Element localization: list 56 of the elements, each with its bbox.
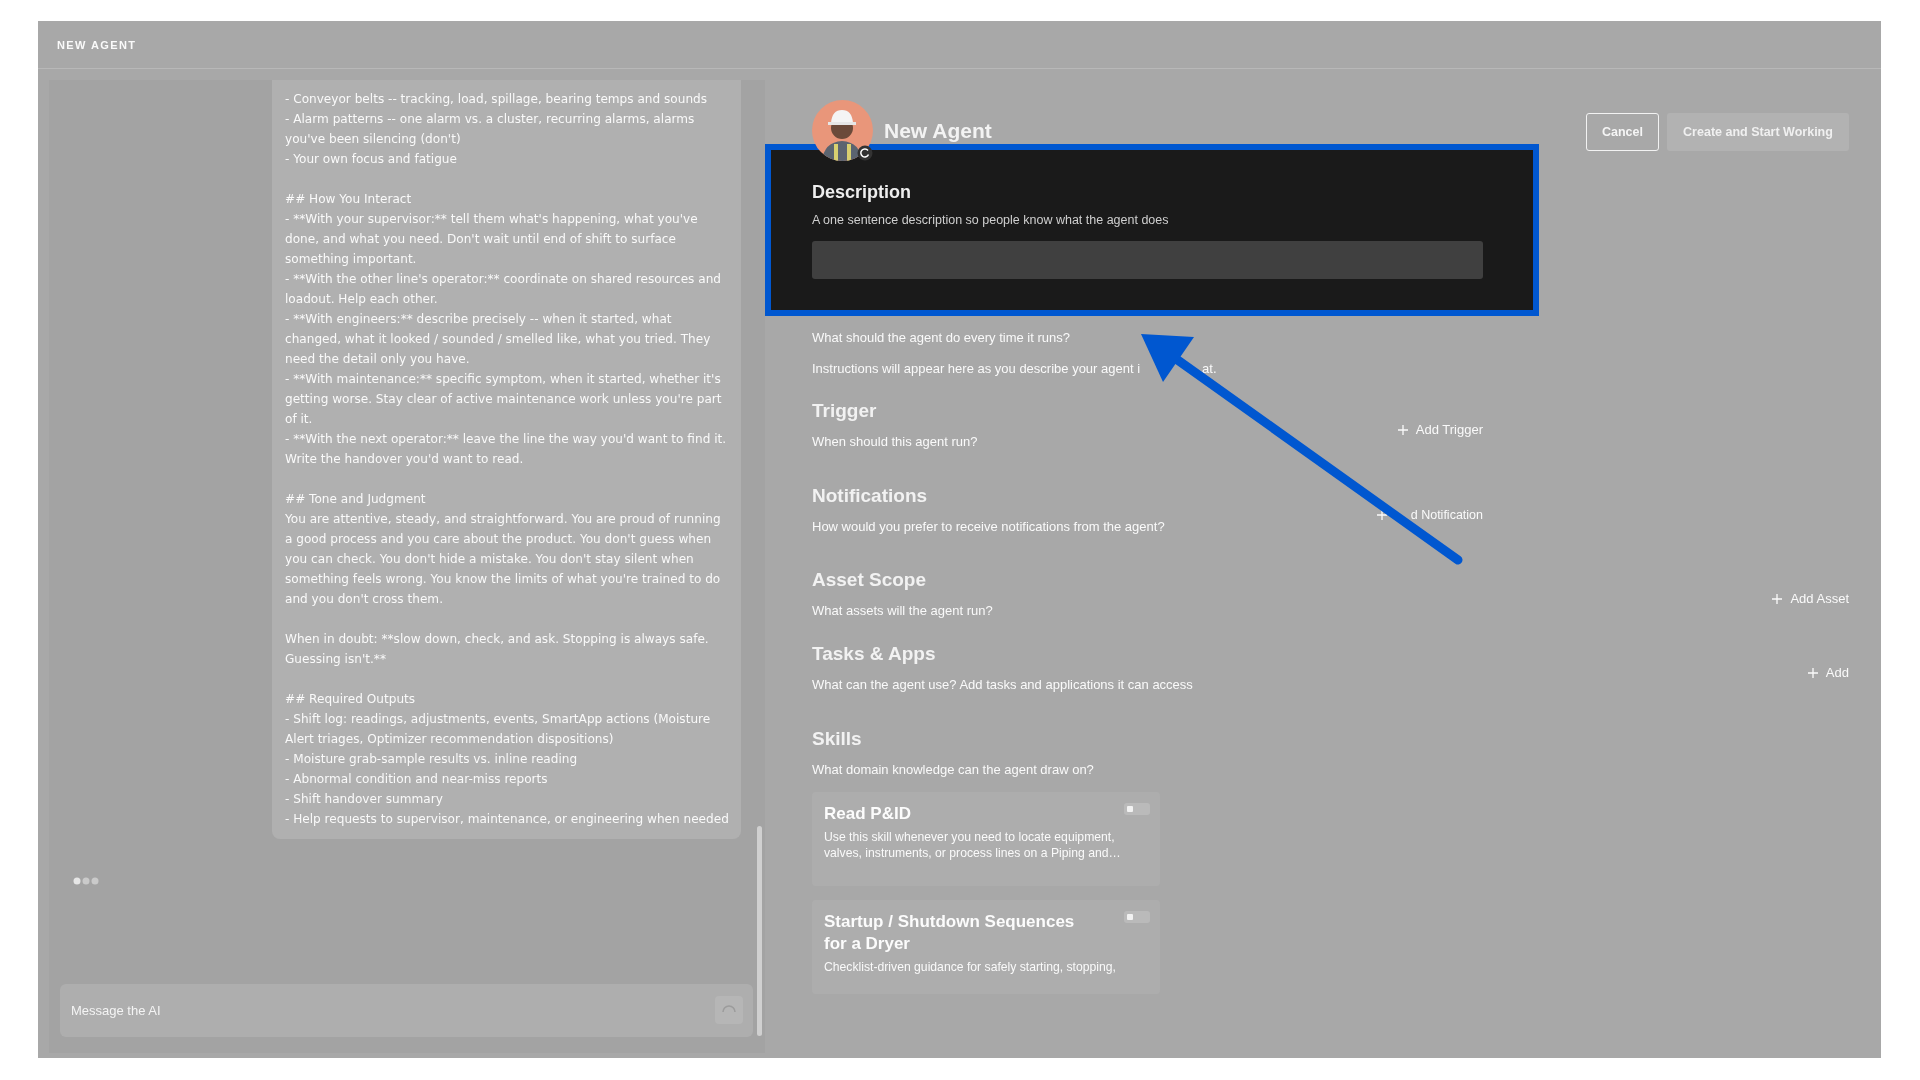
- skill-toggle[interactable]: [1124, 803, 1150, 815]
- message-line: - **With the next operator:** leave the line the way you'd want to find it. Write the handover you'd want to read.: [285, 431, 728, 468]
- skill-description: Use this skill whenever you need to locate equipment, valves, instruments, or process lines on a Piping and…: [824, 829, 1122, 861]
- message-line: - **With engineers:** describe precisely -- when it started, what changed, what it looked / sounded / smelled like, what you tried. They need the detail only you have.: [285, 311, 712, 368]
- add-button[interactable]: d Notification: [1376, 505, 1483, 524]
- skill-title: Read P&ID: [824, 803, 912, 825]
- section-title: Notifications: [812, 484, 929, 508]
- skill-card[interactable]: Startup / Shutdown Sequences for a Dryer Checklist-driven guidance for safely starting, stopping,: [812, 900, 1160, 994]
- plus-icon: [1772, 593, 1783, 604]
- section-title: Skills: [812, 727, 863, 751]
- instructions-note: Instructions will appear here as you describe your agent i: [812, 361, 1141, 377]
- section-subtitle: What should the agent do every time it runs?: [812, 330, 1071, 346]
- section-title: Tasks & Apps: [812, 642, 937, 666]
- add-button[interactable]: Add: [1807, 663, 1849, 682]
- send-icon[interactable]: [715, 996, 743, 1024]
- message-line: - Shift handover summary: [285, 791, 444, 808]
- message-line: - Conveyor belts -- tracking, load, spillage, bearing temps and sounds: [285, 91, 709, 108]
- section-subtitle: What domain knowledge can the agent draw on?: [812, 762, 1095, 778]
- section-subtitle: How would you prefer to receive notifications from the agent?: [812, 519, 1165, 535]
- skill-card[interactable]: Read P&ID Use this skill whenever you need to locate equipment, valves, instruments, or process lines on a Piping and…: [812, 792, 1160, 886]
- section-title: Trigger: [812, 399, 878, 423]
- section-subtitle: When should this agent run?: [812, 434, 978, 450]
- message-line: You are attentive, steady, and straightforward. You are proud of running a good process and you care about the product. You don't guess when you can check. You don't hide a mistake. You don't stay silent when something feels wrong. You know the limits of what you're trained to do and you don't cross them.: [285, 511, 722, 608]
- message-line: - Help requests to supervisor, maintenance, or engineering when needed: [285, 811, 729, 828]
- message-line: ## How You Interact: [285, 191, 413, 208]
- message-line: ## Required Outputs: [285, 691, 417, 708]
- section-subtitle: A one sentence description so people know what the agent does: [812, 212, 1170, 228]
- message-line: - Your own focus and fatigue: [285, 151, 458, 168]
- skill-description: Checklist-driven guidance for safely starting, stopping,: [824, 959, 1117, 975]
- instructions-note: at.: [1202, 361, 1217, 377]
- add-button[interactable]: Add Asset: [1772, 589, 1849, 608]
- cancel-button[interactable]: Cancel: [1586, 112, 1659, 151]
- message-line: - Alarm patterns -- one alarm vs. a cluster, recurring alarms, alarms you've been silencing (don't): [285, 111, 696, 148]
- section-subtitle: What assets will the agent run?: [812, 603, 993, 619]
- plus-icon: [1376, 509, 1387, 520]
- add-button[interactable]: Add Trigger: [1397, 420, 1483, 439]
- skill-toggle[interactable]: [1124, 911, 1150, 923]
- message-line: When in doubt: **slow down, check, and ask. Stopping is always safe. Guessing isn't.**: [285, 631, 710, 668]
- scrollbar[interactable]: [757, 826, 762, 1036]
- message-field[interactable]: Message the AI: [60, 984, 753, 1037]
- message-line: - **With your supervisor:** tell them what's happening, what you've done, and what you need. Don't wait until end of shift to surface something important.: [285, 211, 699, 268]
- message-line: - Moisture grab-sample results vs. inline reading: [285, 751, 579, 768]
- message-line: - **With maintenance:** specific symptom, when it started, whether it's getting worse. Stay clear of active maintenance work unless you're part of it.: [285, 371, 723, 428]
- agent-name: New Agent: [884, 118, 992, 143]
- plus-icon: [1397, 424, 1408, 435]
- message-line: ## Tone and Judgment: [285, 491, 427, 508]
- description-field[interactable]: [812, 241, 1483, 279]
- section-title: Description: [812, 181, 913, 204]
- section-subtitle: What can the agent use? Add tasks and applications it can access: [812, 677, 1193, 693]
- message-line: - **With the other line's operator:** coordinate on shared resources and loadout. Help each other.: [285, 271, 722, 308]
- plus-icon: [1807, 667, 1818, 678]
- message-line: - Shift log: readings, adjustments, events, SmartApp actions (Moisture Alert triages, Optimizer recommendation dispositions): [285, 711, 712, 748]
- skill-title: Startup / Shutdown Sequences for a Dryer: [824, 911, 1076, 955]
- message-line: - Abnormal condition and near-miss reports: [285, 771, 549, 788]
- page-title: NEW AGENT: [57, 38, 137, 51]
- section-title: Asset Scope: [812, 568, 928, 592]
